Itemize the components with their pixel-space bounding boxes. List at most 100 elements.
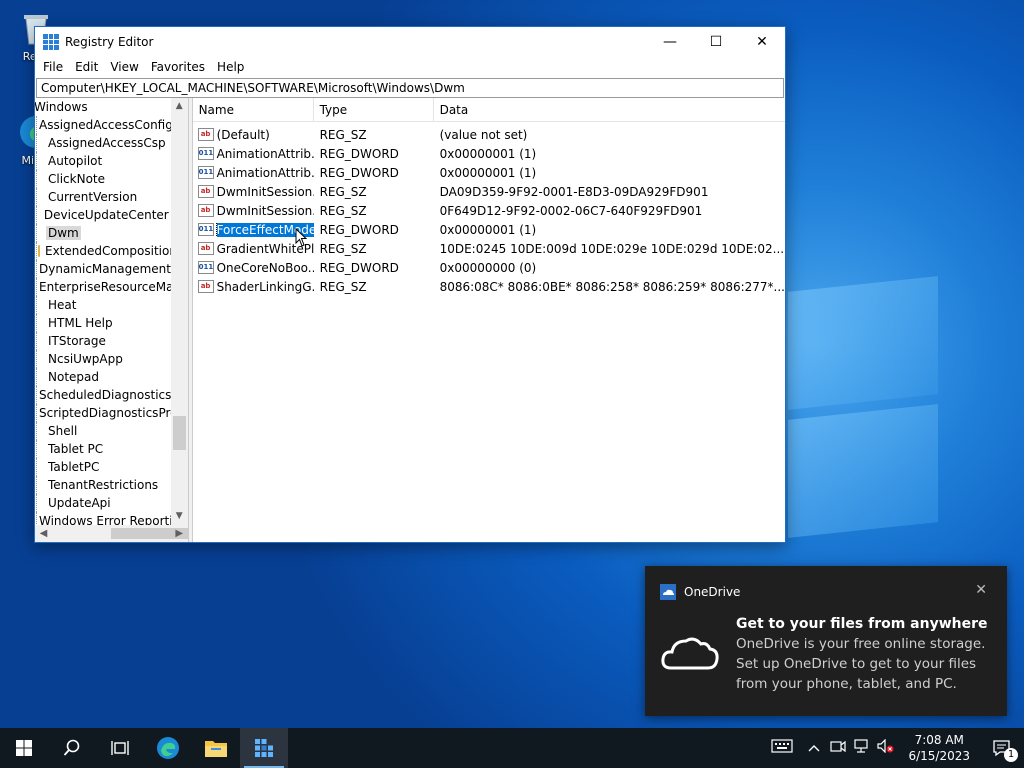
tree-item[interactable]: ScriptedDiagnosticsProvider [35, 404, 171, 422]
tree-vertical-scroll-thumb[interactable] [172, 416, 186, 450]
tree-item[interactable]: DynamicManagement [35, 260, 171, 278]
tree-item[interactable]: AssignedAccessCsp [35, 134, 171, 152]
dword-value-icon: 011 [197, 166, 214, 179]
tree-item[interactable]: AssignedAccessConfiguration [35, 116, 171, 134]
scroll-up-arrow-icon[interactable]: ▲ [171, 98, 188, 115]
address-bar[interactable]: Computer\HKEY_LOCAL_MACHINE\SOFTWARE\Mic… [36, 78, 784, 98]
column-header-name[interactable]: Name [193, 97, 314, 122]
tree-vertical-scrollbar[interactable]: ▲ ▼ [170, 98, 188, 525]
tree-guide-line [36, 314, 46, 332]
clock[interactable]: 7:08 AM 6/15/2023 [898, 732, 980, 764]
tree-item-label: ExtendedComposition [45, 244, 171, 258]
value-type: REG_DWORD [319, 222, 399, 237]
value-row[interactable]: ab (Default) REG_SZ (value not set) [193, 125, 785, 144]
file-explorer-icon [205, 741, 227, 757]
action-center-button[interactable]: 1 [980, 728, 1024, 768]
maximize-button[interactable]: ☐ [693, 27, 739, 57]
value-type: REG_DWORD [319, 146, 399, 161]
tree-guide-line [36, 188, 46, 206]
key-tree: Windows AssignedAccessConfiguration Assign… [35, 98, 189, 542]
dword-value-icon: 011 [197, 223, 214, 236]
onedrive-toast[interactable]: OneDrive ✕ Get to your files from anywhe… [645, 566, 1007, 716]
tree-item[interactable]: Tablet PC [35, 440, 171, 458]
scroll-left-arrow-icon[interactable]: ◀ [35, 525, 52, 542]
tree-item[interactable]: Notepad [35, 368, 171, 386]
tree-item[interactable]: ITStorage [35, 332, 171, 350]
toast-close-button[interactable]: ✕ [975, 582, 987, 598]
mouse-cursor-icon [295, 228, 307, 247]
value-row[interactable]: abGradientWhitePl...REG_SZ10DE:0245 10DE… [193, 239, 785, 258]
value-row[interactable]: 011 AnimationAttrib... REG_DWORD 0x00000001… [193, 163, 785, 182]
tree-horizontal-scrollbar[interactable]: ◀ ▶ [35, 525, 188, 542]
menu-file[interactable]: File [37, 60, 69, 74]
menu-bar: File Edit View Favorites Help [35, 57, 785, 77]
tree-item[interactable]: TenantRestrictions [35, 476, 171, 494]
tree-guide-line [36, 368, 46, 386]
tree-guide-line [36, 134, 46, 152]
tree-item[interactable]: Dwm [35, 224, 171, 242]
value-row[interactable]: 011 ForceEffectMode REG_DWORD 0x00000001 (1… [193, 220, 785, 239]
column-header-type[interactable]: Type [314, 97, 434, 122]
scroll-down-arrow-icon[interactable]: ▼ [171, 508, 188, 525]
tree-item[interactable]: Windows [35, 98, 171, 116]
value-row[interactable]: 011 OneCoreNoBoo... REG_DWORD 0x00000000 (0… [193, 258, 785, 277]
panes: Windows AssignedAccessConfiguration Assign… [35, 97, 785, 542]
scroll-right-arrow-icon[interactable]: ▶ [171, 525, 188, 542]
tree-item[interactable]: CurrentVersion [35, 188, 171, 206]
menu-view[interactable]: View [104, 60, 144, 74]
value-name-cell: 011 AnimationAttrib... [193, 147, 314, 161]
file-explorer-taskbar-button[interactable] [192, 728, 240, 768]
value-row[interactable]: ab DwmInitSession... REG_SZ DA09D359-9F92-0… [193, 182, 785, 201]
close-button[interactable]: ✕ [739, 27, 785, 57]
tree-item-label: DynamicManagement [39, 262, 171, 276]
tree-item-label: Notepad [48, 370, 99, 384]
tree-item[interactable]: Autopilot [35, 152, 171, 170]
search-button[interactable] [48, 728, 96, 768]
tree-item[interactable]: Shell [35, 422, 171, 440]
value-row[interactable]: 011 AnimationAttrib... REG_DWORD 0x00000001… [193, 144, 785, 163]
start-button[interactable] [0, 728, 48, 768]
menu-favorites[interactable]: Favorites [145, 60, 211, 74]
column-header-data[interactable]: Data [434, 98, 785, 122]
tree-item[interactable]: Windows Error Reporting [35, 512, 171, 525]
title-bar[interactable]: Registry Editor — ☐ ✕ [35, 27, 785, 57]
task-view-button[interactable] [96, 728, 144, 768]
tree-item-label: AssignedAccessCsp [48, 136, 166, 150]
tree-guide-line [36, 152, 46, 170]
value-row[interactable]: ab ShaderLinkingG... REG_SZ 8086:08C* 8086:… [193, 277, 785, 296]
tree-item-label: NcsiUwpApp [48, 352, 123, 366]
tree-item[interactable]: UpdateApi [35, 494, 171, 512]
tree-item[interactable]: ScheduledDiagnostics [35, 386, 171, 404]
menu-help[interactable]: Help [211, 60, 250, 74]
system-tray: 7:08 AM 6/15/2023 1 [762, 728, 1024, 768]
tree-item[interactable]: EnterpriseResourceManager [35, 278, 171, 296]
windows-start-icon [16, 740, 32, 756]
tree-item[interactable]: TabletPC [35, 458, 171, 476]
minimize-button[interactable]: — [647, 27, 693, 57]
chevron-up-icon[interactable] [802, 741, 826, 756]
tree-item-label: Heat [48, 298, 77, 312]
value-name: DwmInitSession... [216, 184, 314, 199]
tree-item[interactable]: HTML Help [35, 314, 171, 332]
meet-now-icon[interactable] [826, 739, 850, 757]
value-row[interactable]: ab DwmInitSession... REG_SZ 0F649D12-9F92-0… [193, 201, 785, 220]
network-icon[interactable] [850, 739, 874, 757]
tree-item[interactable]: DeviceUpdateCenter [35, 206, 171, 224]
registry-editor-taskbar-button[interactable] [240, 728, 288, 768]
volume-muted-icon[interactable] [874, 738, 898, 757]
value-name-cell: 011 AnimationAttrib... [193, 166, 314, 180]
tree-item[interactable]: ExtendedComposition [35, 242, 171, 260]
tree-item[interactable]: ClickNote [35, 170, 171, 188]
tree-item-label: Tablet PC [48, 442, 104, 456]
value-name-cell: 011 OneCoreNoBoo... [193, 261, 314, 275]
string-value-icon: ab [197, 280, 214, 293]
value-data: DA09D359-9F92-0001-E8D3-09DA929FD901 [439, 184, 709, 199]
value-name: AnimationAttrib... [216, 165, 314, 180]
edge-taskbar-button[interactable] [144, 728, 192, 768]
value-type: REG_DWORD [319, 260, 399, 275]
touch-keyboard-icon[interactable] [762, 739, 802, 757]
tree-item[interactable]: Heat [35, 296, 171, 314]
menu-edit[interactable]: Edit [69, 60, 104, 74]
string-value-icon: ab [197, 128, 214, 141]
tree-item[interactable]: NcsiUwpApp [35, 350, 171, 368]
